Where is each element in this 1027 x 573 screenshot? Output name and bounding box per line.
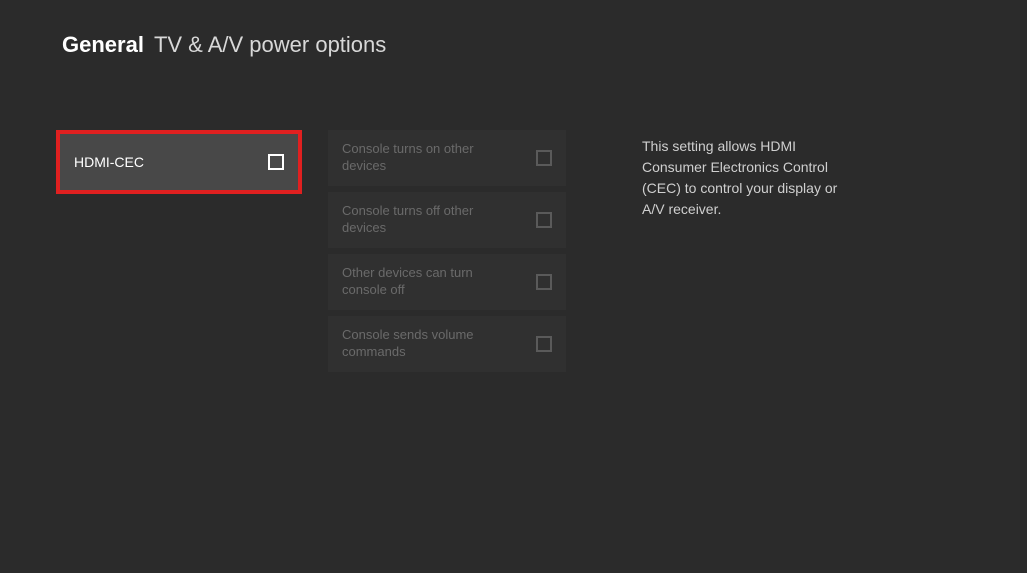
console-turns-on-other-devices-option[interactable]: Console turns on other devices bbox=[328, 130, 566, 186]
hdmi-cec-option[interactable]: HDMI-CEC bbox=[56, 130, 302, 194]
console-turns-off-other-devices-option[interactable]: Console turns off other devices bbox=[328, 192, 566, 248]
option-label: Console sends volume commands bbox=[342, 327, 502, 361]
page-header: General TV & A/V power options bbox=[0, 0, 1027, 58]
option-checkbox[interactable] bbox=[536, 336, 552, 352]
hdmi-cec-label: HDMI-CEC bbox=[74, 154, 144, 170]
option-label: Other devices can turn console off bbox=[342, 265, 502, 299]
description-panel: This setting allows HDMI Consumer Electr… bbox=[592, 130, 862, 372]
content-area: HDMI-CEC Console turns on other devices … bbox=[0, 58, 1027, 372]
hdmi-cec-checkbox[interactable] bbox=[268, 154, 284, 170]
header-section: General bbox=[62, 32, 144, 58]
option-label: Console turns on other devices bbox=[342, 141, 502, 175]
other-devices-can-turn-console-off-option[interactable]: Other devices can turn console off bbox=[328, 254, 566, 310]
option-checkbox[interactable] bbox=[536, 274, 552, 290]
secondary-options-column: Console turns on other devices Console t… bbox=[328, 130, 566, 372]
primary-options-column: HDMI-CEC bbox=[56, 130, 302, 372]
header-page-title: TV & A/V power options bbox=[154, 32, 386, 58]
option-label: Console turns off other devices bbox=[342, 203, 502, 237]
option-checkbox[interactable] bbox=[536, 150, 552, 166]
option-checkbox[interactable] bbox=[536, 212, 552, 228]
option-description: This setting allows HDMI Consumer Electr… bbox=[642, 136, 862, 220]
console-sends-volume-commands-option[interactable]: Console sends volume commands bbox=[328, 316, 566, 372]
